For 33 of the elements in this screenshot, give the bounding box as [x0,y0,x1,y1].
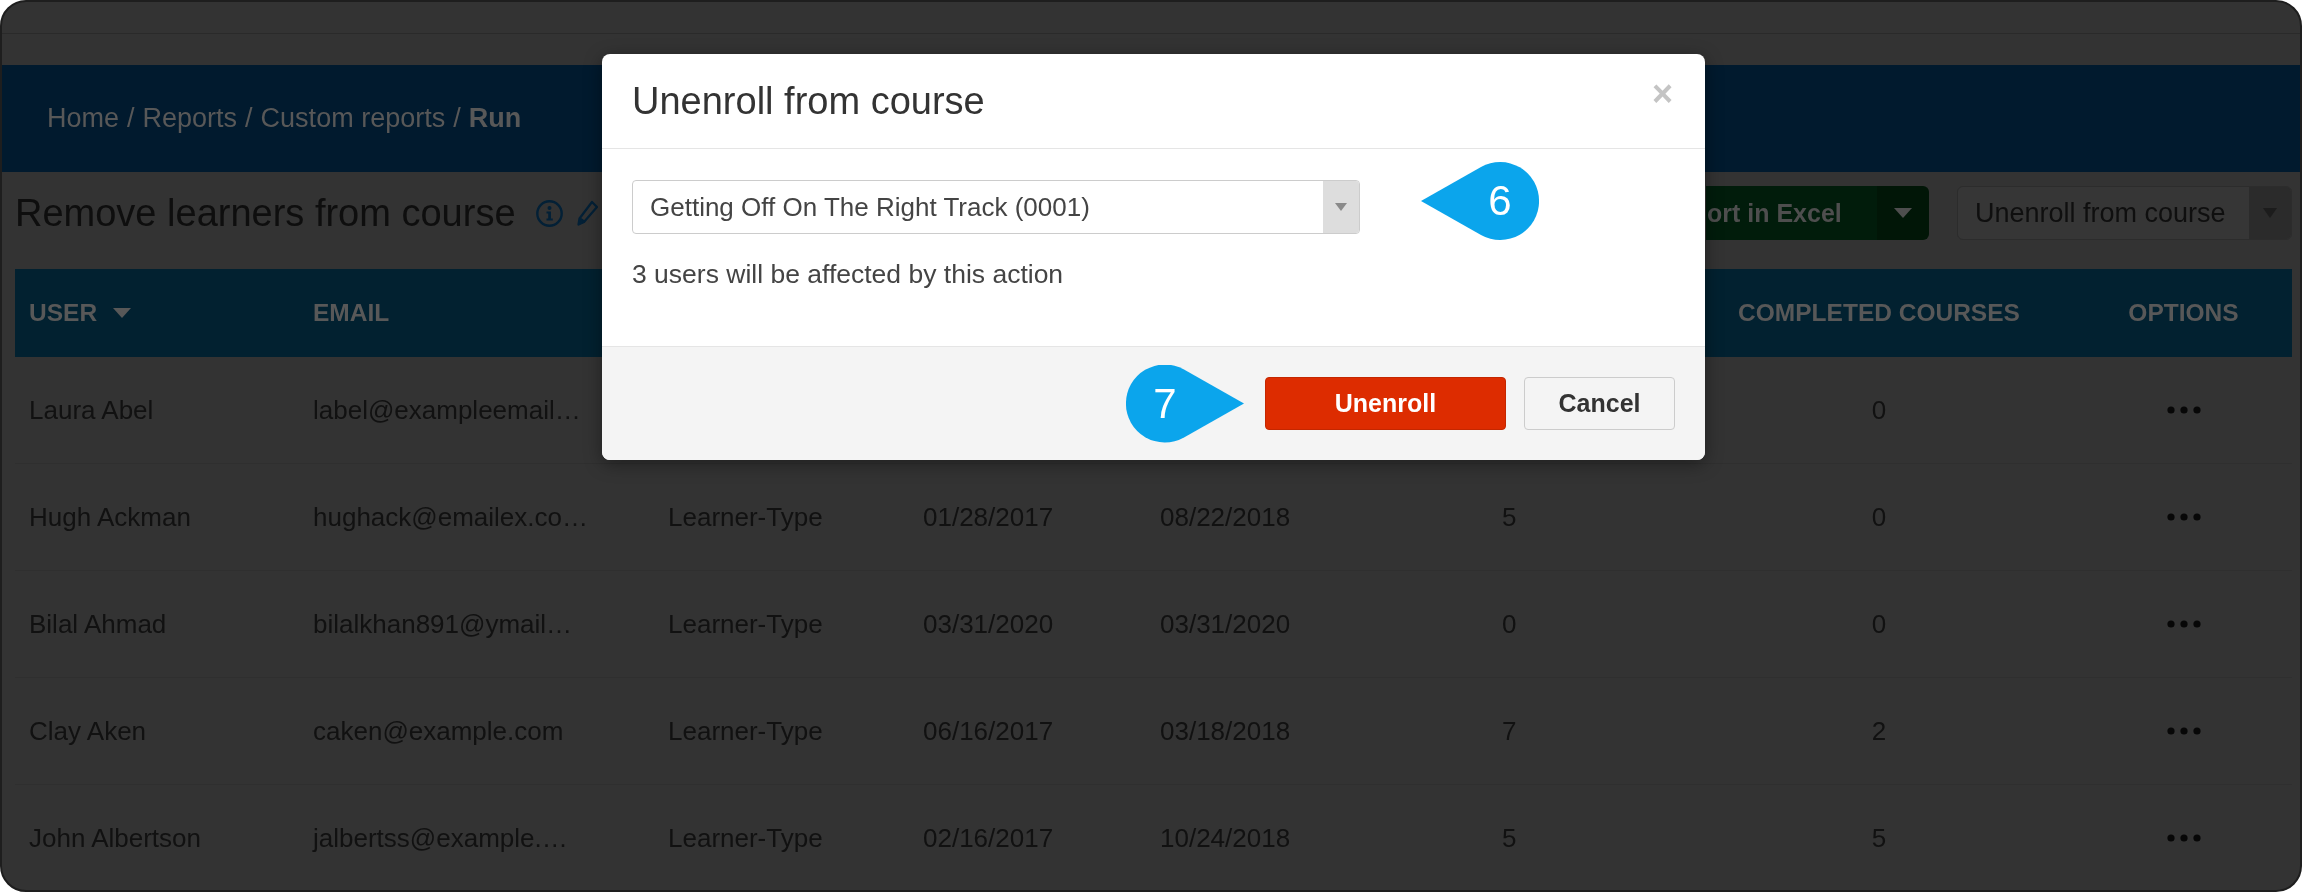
column-header[interactable]: COMPLETED COURSES [1719,269,2039,357]
column-header-label: OPTIONS [2128,299,2239,327]
caret-icon [1335,203,1347,211]
step-callout: 6 [1421,162,1539,240]
column-header-label: USER [29,299,98,327]
breadcrumb-separator: / [245,103,253,134]
caret-icon [1894,208,1912,218]
unenroll-button[interactable]: Unenroll [1265,377,1506,430]
close-button[interactable]: × [1651,76,1673,112]
export-button[interactable]: ort in Excel [1706,186,1877,240]
breadcrumb-link[interactable]: Reports [142,103,238,134]
more-icon[interactable] [2166,406,2201,414]
more-icon[interactable] [2166,620,2201,628]
column-header[interactable]: OPTIONS [2039,269,2292,357]
more-icon[interactable] [2166,513,2201,521]
modal-title: Unenroll from course [632,79,985,123]
affected-users-note: 3 users will be affected by this action [632,259,1065,290]
info-icon[interactable] [535,199,563,227]
breadcrumb-separator: / [127,103,135,134]
more-icon[interactable] [2166,727,2201,735]
course-select[interactable]: Getting Off On The Right Track (0001) [632,180,1360,234]
column-header-label: COMPLETED COURSES [1738,299,2020,327]
sort-caret-icon [113,308,132,318]
breadcrumb-separator: / [453,103,461,134]
column-header[interactable]: USER [15,269,299,357]
current-page-label: Run [468,103,522,134]
cancel-button[interactable]: Cancel [1524,377,1675,430]
pencil-icon[interactable] [576,200,599,226]
more-icon[interactable] [2166,834,2201,842]
breadcrumb-link[interactable]: Home [47,103,120,134]
export-menu-button[interactable] [1877,186,1929,240]
breadcrumb-link[interactable]: Custom reports [260,103,446,134]
step-callout: 7 [1126,364,1244,443]
